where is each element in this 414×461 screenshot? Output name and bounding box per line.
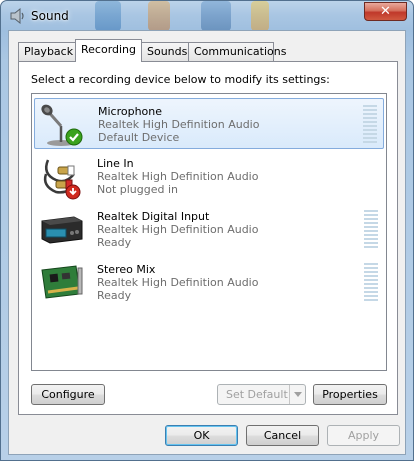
speaker-icon	[10, 8, 24, 24]
device-description: Realtek High Definition Audio	[97, 223, 259, 236]
close-button[interactable]: ✕	[364, 2, 407, 21]
tab-label: Sounds	[147, 45, 188, 58]
instruction-text: Select a recording device below to modif…	[31, 73, 330, 86]
device-row-realtek-digital-input[interactable]: Realtek Digital Input Realtek High Defin…	[34, 204, 384, 255]
device-name: Realtek Digital Input	[97, 210, 210, 223]
level-meter	[364, 263, 378, 301]
device-name: Microphone	[98, 105, 163, 118]
microphone-icon	[41, 104, 83, 146]
device-name: Stereo Mix	[97, 263, 156, 276]
apply-button[interactable]: Apply	[327, 425, 400, 446]
device-row-line-in[interactable]: Line In Realtek High Definition Audio No…	[34, 151, 384, 202]
device-row-stereo-mix[interactable]: Stereo Mix Realtek High Definition Audio…	[34, 257, 384, 308]
cancel-button[interactable]: Cancel	[246, 425, 319, 446]
tab-label: Playback	[24, 45, 74, 58]
device-status: Ready	[97, 236, 132, 249]
set-default-label: Set Default	[226, 388, 288, 401]
ok-button[interactable]: OK	[165, 425, 238, 446]
dialog-client-area: Playback Recording Sounds Communications…	[8, 30, 406, 455]
properties-button[interactable]: Properties	[313, 384, 387, 405]
tab-playback[interactable]: Playback	[18, 42, 76, 61]
tab-communications[interactable]: Communications	[188, 42, 286, 61]
unplugged-arrow-icon	[65, 184, 81, 200]
tab-sounds[interactable]: Sounds	[141, 42, 189, 61]
sound-card-icon	[41, 265, 83, 299]
recording-device-list[interactable]: Microphone Realtek High Definition Audio…	[31, 93, 387, 371]
level-meter	[364, 210, 378, 248]
tab-recording[interactable]: Recording	[75, 39, 142, 62]
device-status: Default Device	[98, 131, 180, 144]
recording-tab-page: Select a recording device below to modif…	[18, 61, 398, 415]
tab-label: Communications	[194, 45, 287, 58]
device-description: Realtek High Definition Audio	[97, 276, 259, 289]
sound-dialog-window: Sound ✕ Playback Recording Sounds Commun…	[0, 0, 414, 461]
configure-button[interactable]: Configure	[31, 384, 105, 405]
device-description: Realtek High Definition Audio	[98, 118, 260, 131]
chevron-down-icon[interactable]	[289, 385, 305, 404]
rca-cable-icon	[43, 159, 81, 200]
device-name: Line In	[97, 157, 134, 170]
set-default-split-button[interactable]: Set Default	[217, 384, 306, 405]
close-icon: ✕	[380, 4, 391, 19]
default-check-icon	[65, 128, 83, 146]
digital-input-device-icon	[41, 216, 83, 244]
title-bar[interactable]: Sound ✕	[1, 1, 413, 31]
tab-label: Recording	[81, 43, 137, 56]
level-meter	[363, 105, 377, 143]
device-status: Not plugged in	[97, 183, 179, 196]
window-title: Sound	[31, 9, 69, 23]
device-status: Ready	[97, 289, 132, 302]
device-row-microphone[interactable]: Microphone Realtek High Definition Audio…	[34, 98, 384, 149]
device-description: Realtek High Definition Audio	[97, 170, 259, 183]
